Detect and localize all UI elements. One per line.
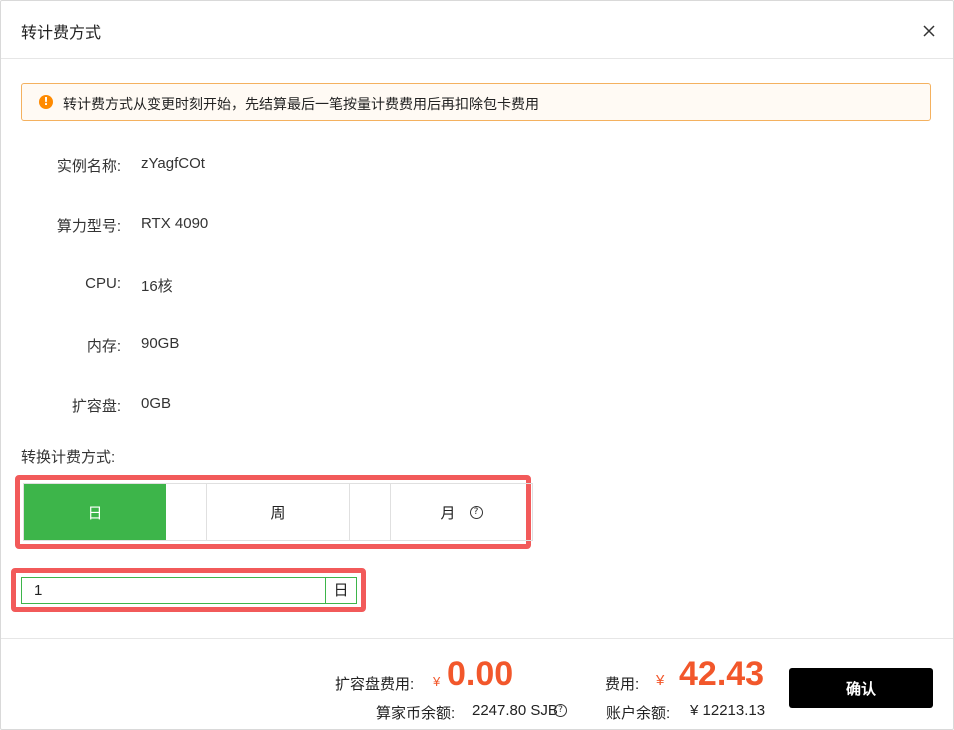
billing-period-selector: 日 周 月 ? (23, 483, 533, 541)
account-balance-label: 账户余额: (606, 705, 671, 722)
billing-gap (166, 484, 207, 540)
fee-currency: ¥ (656, 672, 665, 689)
coin-balance-label: 算家币余额: (376, 705, 456, 722)
dialog-title: 转计费方式 (21, 25, 102, 42)
billing-gap (350, 484, 391, 540)
duration-input[interactable] (21, 577, 325, 604)
dialog-header: 转计费方式 (1, 1, 953, 59)
question-circle-icon[interactable]: ? (469, 505, 483, 519)
fee-label: 费用: (605, 676, 640, 693)
billing-option-week[interactable]: 周 (207, 484, 350, 540)
billing-switch-dialog: 转计费方式 ! 转计费方式从变更时刻开始，先结算最后一笔按量计费费用后再扣除包卡… (0, 0, 954, 730)
warning-circle-icon: ! (39, 95, 53, 109)
expansion-disk-value: 0GB (141, 395, 172, 412)
fee-amount: 42.43 (679, 655, 765, 693)
footer-divider (1, 638, 953, 639)
expansion-fee-label: 扩容盘费用: (335, 676, 415, 693)
billing-option-month-label: 月 (440, 504, 456, 522)
notice-text: 转计费方式从变更时刻开始，先结算最后一笔按量计费费用后再扣除包卡费用 (63, 96, 539, 112)
duration-unit: 日 (325, 577, 357, 604)
billing-option-day-label: 日 (87, 504, 103, 522)
confirm-button[interactable]: 确认 (789, 668, 933, 708)
memory-value: 90GB (141, 335, 180, 352)
gpu-model-value: RTX 4090 (141, 215, 209, 232)
notice-alert: ! 转计费方式从变更时刻开始，先结算最后一笔按量计费费用后再扣除包卡费用 (21, 83, 931, 121)
expansion-fee-amount: 0.00 (447, 655, 514, 693)
account-balance-value: ¥ 12213.13 (690, 702, 766, 719)
expansion-disk-label: 扩容盘: (71, 398, 121, 415)
cpu-label: CPU: (85, 275, 121, 292)
cpu-value: 16核 (141, 278, 173, 295)
instance-name-label: 实例名称: (56, 158, 121, 175)
billing-method-label: 转换计费方式: (21, 449, 116, 466)
close-icon[interactable] (919, 21, 939, 41)
coin-balance-value: 2247.80 SJB (472, 702, 558, 719)
question-circle-icon[interactable]: ? (554, 704, 567, 717)
billing-option-month[interactable]: 月 ? (391, 484, 532, 540)
gpu-model-label: 算力型号: (56, 218, 121, 235)
instance-name-value: zYagfCOt (141, 155, 205, 172)
billing-option-day[interactable]: 日 (24, 484, 166, 540)
memory-label: 内存: (86, 338, 121, 355)
billing-option-week-label: 周 (270, 504, 286, 522)
expansion-fee-currency: ¥ (433, 674, 441, 689)
